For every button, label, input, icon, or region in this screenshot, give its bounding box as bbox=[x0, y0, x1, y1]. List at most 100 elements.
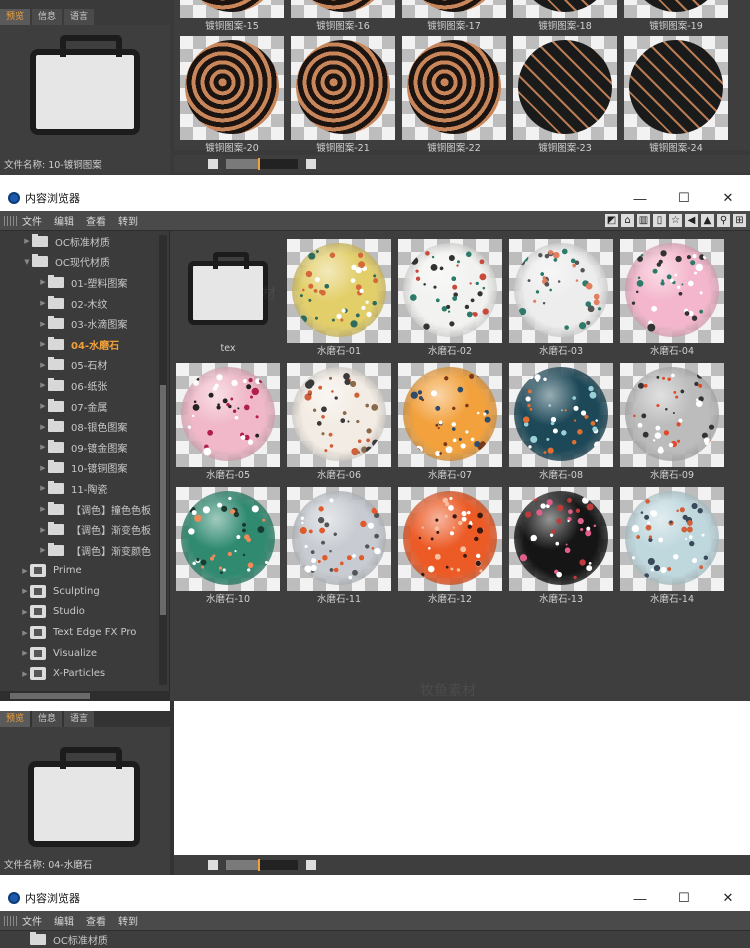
expand-arrow-icon[interactable]: ▶ bbox=[20, 587, 30, 595]
menu-edit[interactable]: 编辑 bbox=[54, 913, 74, 928]
tree-item[interactable]: ▶ 07-金属 bbox=[0, 396, 169, 417]
trash-icon[interactable]: ▥ bbox=[637, 214, 650, 227]
tree-item[interactable]: ▶ 【调色】渐变色板 bbox=[0, 519, 169, 540]
up-arrow-icon[interactable]: ▲ bbox=[701, 214, 714, 227]
material-thumbnail[interactable]: 镀铜图案-20 bbox=[180, 30, 284, 154]
material-thumbnail[interactable]: 镀铜图案-17 bbox=[402, 0, 506, 32]
close-button[interactable]: ✕ bbox=[706, 890, 750, 906]
zoom-in-icon[interactable] bbox=[306, 159, 316, 169]
material-thumbnail[interactable]: 水磨石-07 bbox=[398, 357, 502, 481]
tab-info[interactable]: 信息 bbox=[32, 711, 63, 727]
tree-item[interactable]: OC标准材质 bbox=[0, 931, 750, 948]
expand-arrow-icon[interactable]: ▶ bbox=[38, 381, 48, 389]
tree-item[interactable]: ▶ 03-水滴图案 bbox=[0, 313, 169, 334]
material-thumbnail[interactable]: 水磨石-01 bbox=[287, 233, 391, 357]
tree-item[interactable]: ▶ Sculpting bbox=[0, 581, 169, 602]
expand-arrow-icon[interactable]: ▶ bbox=[38, 484, 48, 492]
menu-view[interactable]: 查看 bbox=[86, 913, 106, 928]
expand-arrow-icon[interactable]: ▶ bbox=[38, 423, 48, 431]
book-icon[interactable]: ▯ bbox=[653, 214, 666, 227]
material-thumbnail[interactable]: 水磨石-14 bbox=[620, 481, 724, 605]
expand-arrow-icon[interactable]: ▶ bbox=[38, 361, 48, 369]
material-thumbnail[interactable]: 水磨石-09 bbox=[620, 357, 724, 481]
material-thumbnail[interactable]: 水磨石-04 bbox=[620, 233, 724, 357]
material-thumbnail[interactable]: 水磨石-11 bbox=[287, 481, 391, 605]
tree-item[interactable]: ▶ 09-镀金图案 bbox=[0, 437, 169, 458]
material-thumbnail[interactable]: 水磨石-08 bbox=[509, 357, 613, 481]
back-arrow-icon[interactable]: ◀ bbox=[685, 214, 698, 227]
tree-item[interactable]: ▶ 【调色】撞色色板 bbox=[0, 499, 169, 520]
tree-item[interactable]: ▶ Prime bbox=[0, 561, 169, 582]
menu-file[interactable]: 文件 bbox=[22, 213, 42, 228]
tab-language[interactable]: 语言 bbox=[64, 711, 95, 727]
minimize-button[interactable]: — bbox=[618, 191, 662, 206]
tab-language[interactable]: 语言 bbox=[64, 9, 95, 25]
close-button[interactable]: ✕ bbox=[706, 190, 750, 206]
tree-item[interactable]: ▶ 11-陶瓷 bbox=[0, 478, 169, 499]
expand-arrow-icon[interactable]: ▶ bbox=[38, 526, 48, 534]
material-thumbnail[interactable]: 镀铜图案-21 bbox=[291, 30, 395, 154]
tree-item[interactable]: ▶ 02-木纹 bbox=[0, 293, 169, 314]
material-thumbnail[interactable]: 镀铜图案-19 bbox=[624, 0, 728, 32]
material-thumbnail[interactable]: 水磨石-03 bbox=[509, 233, 613, 357]
material-thumbnail[interactable]: 镀铜图案-23 bbox=[513, 30, 617, 154]
tree-item[interactable]: ▶ Text Edge FX Pro bbox=[0, 622, 169, 643]
expand-arrow-icon[interactable]: ▶ bbox=[38, 546, 48, 554]
material-thumbnail[interactable]: 镀铜图案-18 bbox=[513, 0, 617, 32]
menu-goto[interactable]: 转到 bbox=[118, 213, 138, 228]
material-thumbnail[interactable]: 水磨石-13 bbox=[509, 481, 613, 605]
menu-edit[interactable]: 编辑 bbox=[54, 213, 74, 228]
zoom-slider[interactable] bbox=[226, 859, 298, 871]
maximize-button[interactable]: ☐ bbox=[662, 190, 706, 206]
tab-preview[interactable]: 预览 bbox=[0, 711, 31, 727]
tree-scrollbar[interactable] bbox=[159, 235, 167, 685]
menu-file[interactable]: 文件 bbox=[22, 913, 42, 928]
expand-arrow-icon[interactable]: ▶ bbox=[38, 505, 48, 513]
star-icon[interactable]: ☆ bbox=[669, 214, 682, 227]
tree-item[interactable]: ▶ OC标准材质 bbox=[0, 231, 169, 252]
expand-arrow-icon[interactable]: ▶ bbox=[38, 402, 48, 410]
top-zoom-slider[interactable] bbox=[226, 158, 298, 170]
tab-preview[interactable]: 预览 bbox=[0, 9, 31, 25]
material-thumbnail[interactable]: 水磨石-12 bbox=[398, 481, 502, 605]
expand-arrow-icon[interactable]: ▶ bbox=[20, 608, 30, 616]
zoom-in-icon[interactable] bbox=[306, 860, 316, 870]
expand-arrow-icon[interactable]: ▶ bbox=[20, 670, 30, 678]
tree-item[interactable]: ▶ 01-塑料图案 bbox=[0, 272, 169, 293]
expand-arrow-icon[interactable]: ▶ bbox=[22, 237, 32, 245]
expand-arrow-icon[interactable]: ▶ bbox=[38, 340, 48, 348]
menu-goto[interactable]: 转到 bbox=[118, 913, 138, 928]
expand-icon[interactable]: ⊞ bbox=[733, 214, 746, 227]
search-icon[interactable]: ⚲ bbox=[717, 214, 730, 227]
material-thumbnail[interactable]: 水磨石-02 bbox=[398, 233, 502, 357]
tree-horizontal-scrollbar[interactable] bbox=[0, 691, 170, 701]
expand-arrow-icon[interactable]: ▶ bbox=[38, 278, 48, 286]
tree-item[interactable]: ▶ X-Particles bbox=[0, 663, 169, 684]
expand-arrow-icon[interactable]: ▶ bbox=[20, 629, 30, 637]
tree-item[interactable]: ▶ 05-石材 bbox=[0, 355, 169, 376]
tree-item[interactable]: ▼ OC现代材质 bbox=[0, 252, 169, 273]
expand-arrow-icon[interactable]: ▶ bbox=[38, 320, 48, 328]
panel-divider[interactable] bbox=[170, 701, 174, 875]
expand-arrow-icon[interactable]: ▶ bbox=[20, 567, 30, 575]
tree-item[interactable]: ▶ Visualize bbox=[0, 643, 169, 664]
material-thumbnail[interactable]: 水磨石-06 bbox=[287, 357, 391, 481]
tree-item[interactable]: ▶ 04-水磨石 bbox=[0, 334, 169, 355]
grip-icon[interactable] bbox=[4, 215, 18, 226]
material-thumbnail[interactable]: 水磨石-05 bbox=[176, 357, 280, 481]
expand-arrow-icon[interactable]: ▶ bbox=[38, 464, 48, 472]
grip-icon[interactable] bbox=[4, 915, 18, 926]
minimize-button[interactable]: — bbox=[618, 891, 662, 906]
zoom-out-icon[interactable] bbox=[208, 159, 218, 169]
material-thumbnail[interactable]: 镀铜图案-24 bbox=[624, 30, 728, 154]
material-thumbnail[interactable]: 镀铜图案-15 bbox=[180, 0, 284, 32]
expand-arrow-icon[interactable]: ▶ bbox=[38, 443, 48, 451]
zoom-out-icon[interactable] bbox=[208, 860, 218, 870]
expand-arrow-icon[interactable]: ▶ bbox=[38, 299, 48, 307]
material-thumbnail[interactable]: 水磨石-10 bbox=[176, 481, 280, 605]
maximize-button[interactable]: ☐ bbox=[662, 890, 706, 906]
tree-item[interactable]: ▶ Studio bbox=[0, 602, 169, 623]
menu-view[interactable]: 查看 bbox=[86, 213, 106, 228]
home-icon[interactable]: ⌂ bbox=[621, 214, 634, 227]
new-folder-icon[interactable]: ◩ bbox=[605, 214, 618, 227]
